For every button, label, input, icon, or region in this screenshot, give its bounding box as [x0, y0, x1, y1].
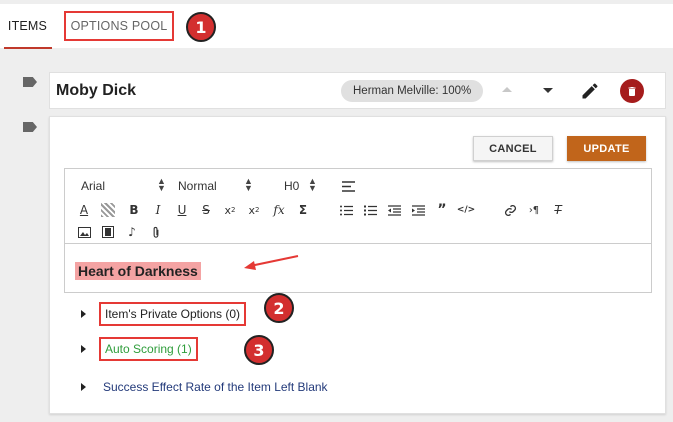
content-text: Heart of Darkness — [75, 262, 201, 280]
pencil-icon[interactable] — [580, 81, 600, 101]
bold-icon[interactable]: B — [125, 201, 143, 219]
video-icon[interactable] — [99, 223, 117, 241]
background-color-icon[interactable] — [101, 203, 115, 217]
tag-icon — [23, 122, 37, 132]
rich-text-editor: Arial ▲ ▼ Normal ▲ ▼ H0 ▲ ▼ A B I U S x2 x2… — [64, 168, 652, 293]
text-direction-icon[interactable]: ›¶ — [525, 201, 543, 219]
tab-items[interactable]: ITEMS — [0, 4, 55, 48]
size-select-arrows-icon: ▲ ▼ — [244, 176, 253, 193]
auto-scoring-section[interactable]: Auto Scoring (1) — [81, 337, 198, 361]
sum-icon[interactable]: Σ — [294, 201, 312, 219]
editor-toolbar: Arial ▲ ▼ Normal ▲ ▼ H0 ▲ ▼ A B I U S x2 x2… — [65, 169, 651, 244]
clear-format-icon[interactable]: T — [549, 201, 567, 219]
attachment-icon[interactable] — [147, 223, 165, 241]
underline-icon[interactable]: U — [173, 201, 191, 219]
item-editor-card: CANCEL UPDATE Arial ▲ ▼ Normal ▲ ▼ H0 ▲ ▼ A… — [49, 116, 666, 414]
heading-select-arrows-icon: ▲ ▼ — [308, 176, 317, 193]
move-up-icon[interactable] — [502, 87, 512, 92]
ordered-list-icon[interactable] — [337, 201, 355, 219]
code-icon[interactable]: </> — [457, 201, 475, 219]
font-select-arrows-icon: ▲ ▼ — [157, 176, 166, 193]
audio-icon[interactable]: ♪ — [123, 223, 141, 241]
strikethrough-icon[interactable]: S — [197, 201, 215, 219]
private-options-label: Item's Private Options (0) — [99, 302, 246, 326]
subscript-icon[interactable]: x2 — [221, 201, 239, 219]
blockquote-icon[interactable]: ” — [433, 201, 451, 219]
success-rate-label: Success Effect Rate of the Item Left Bla… — [103, 380, 328, 394]
private-options-section[interactable]: Item's Private Options (0) — [81, 302, 246, 326]
trash-icon — [628, 86, 636, 96]
indent-icon[interactable] — [409, 201, 427, 219]
expand-arrow-icon — [81, 383, 86, 391]
font-select[interactable]: Arial — [81, 179, 105, 193]
link-icon[interactable] — [501, 201, 519, 219]
heading-select[interactable]: H0 — [284, 179, 299, 193]
cancel-button[interactable]: CANCEL — [473, 136, 553, 161]
editor-content[interactable]: Heart of Darkness — [65, 245, 651, 292]
active-tab-indicator — [4, 47, 52, 49]
tab-bar: ITEMS OPTIONS POOL — [0, 4, 673, 49]
tab-options-pool[interactable]: OPTIONS POOL — [64, 11, 174, 41]
update-button[interactable]: UPDATE — [567, 136, 646, 161]
success-rate-section[interactable]: Success Effect Rate of the Item Left Bla… — [81, 377, 332, 397]
annotation-arrow-icon — [244, 255, 299, 270]
formula-icon[interactable]: fx — [270, 201, 288, 219]
author-chip[interactable]: Herman Melville: 100% — [341, 80, 484, 102]
font-color-icon[interactable]: A — [75, 201, 93, 219]
item-row[interactable]: Moby Dick Herman Melville: 100% — [49, 72, 666, 109]
move-down-icon[interactable] — [543, 88, 553, 93]
italic-icon[interactable]: I — [149, 201, 167, 219]
image-icon[interactable] — [75, 223, 93, 241]
annotation-badge-3: 3 — [244, 335, 274, 365]
delete-button[interactable] — [620, 79, 644, 103]
superscript-icon[interactable]: x2 — [245, 201, 263, 219]
outdent-icon[interactable] — [385, 201, 403, 219]
page: ITEMS OPTIONS POOL 1 Moby Dick Herman Me… — [0, 0, 673, 422]
expand-arrow-icon — [81, 345, 86, 353]
annotation-badge-2: 2 — [264, 293, 294, 323]
annotation-badge-1: 1 — [186, 12, 216, 42]
align-icon[interactable] — [339, 177, 357, 195]
item-title: Moby Dick — [56, 82, 137, 99]
tag-icon — [23, 77, 37, 87]
bullet-list-icon[interactable] — [361, 201, 379, 219]
expand-arrow-icon — [81, 310, 86, 318]
auto-scoring-label: Auto Scoring (1) — [99, 337, 198, 361]
size-select[interactable]: Normal — [178, 179, 217, 193]
